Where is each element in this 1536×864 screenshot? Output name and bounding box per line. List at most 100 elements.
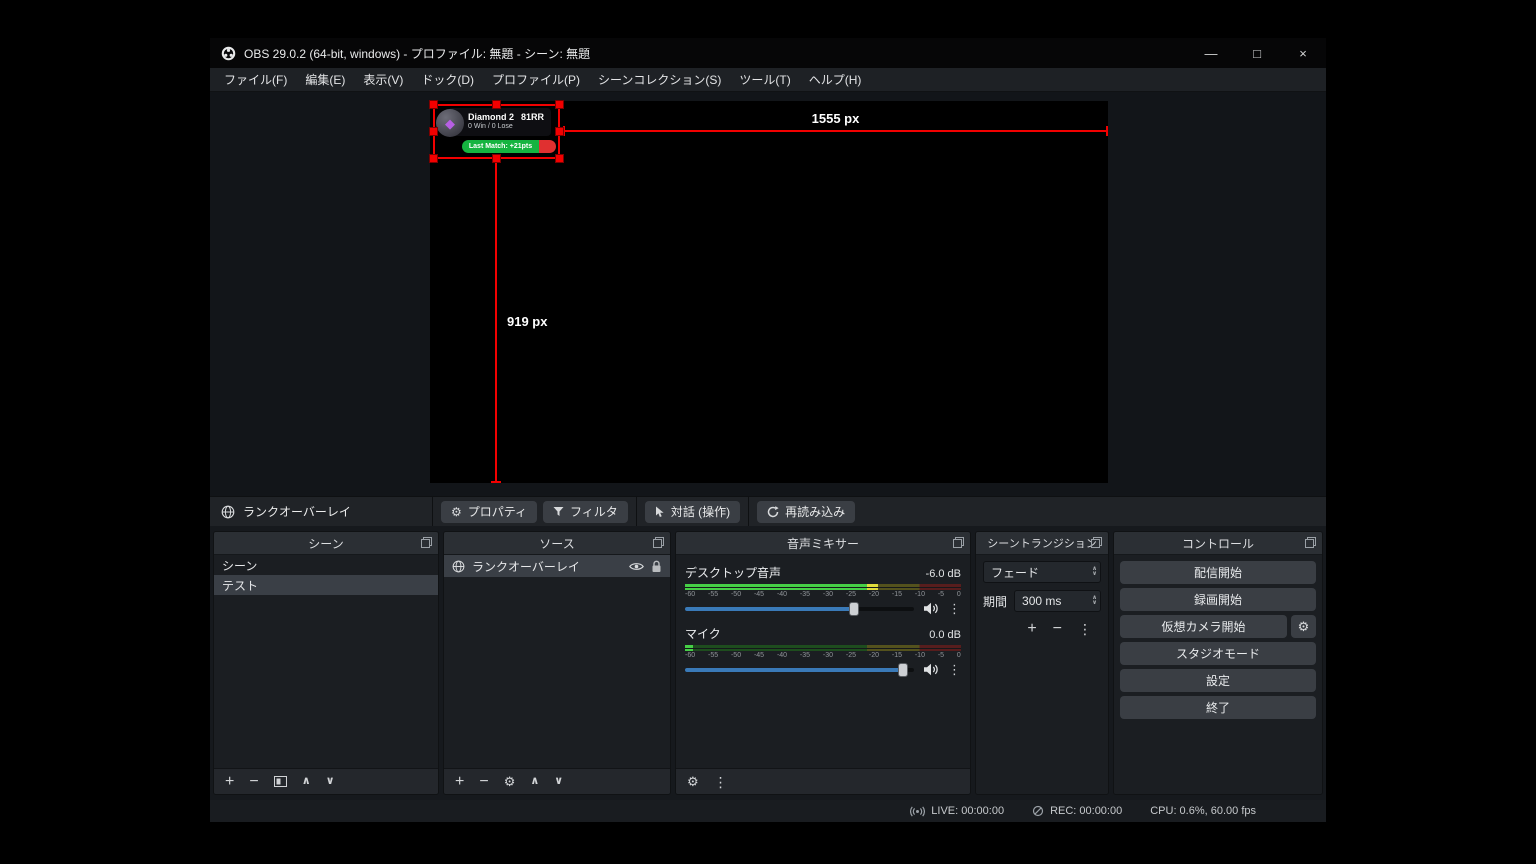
spinbox-spinner[interactable]: ∧ ∨ <box>1092 596 1097 606</box>
resize-handle-top-left[interactable] <box>430 101 437 108</box>
move-source-down-button[interactable]: ∨ <box>554 776 563 787</box>
resize-handle-bottom-middle[interactable] <box>493 155 500 162</box>
transition-properties-button[interactable]: ⋮ <box>1078 622 1092 636</box>
settings-button[interactable]: 設定 <box>1120 669 1316 692</box>
move-scene-down-button[interactable]: ∨ <box>326 776 335 787</box>
remove-source-button[interactable]: − <box>479 774 488 790</box>
browser-source-icon <box>221 505 235 519</box>
studio-mode-button[interactable]: スタジオモード <box>1120 642 1316 665</box>
chevron-down-icon: ∨ <box>1092 601 1097 606</box>
resize-handle-middle-left[interactable] <box>430 128 437 135</box>
combo-spinner[interactable]: ∧ ∨ <box>1092 567 1097 577</box>
resize-handle-middle-right[interactable] <box>556 128 563 135</box>
scenes-dock-header[interactable]: シーン <box>214 532 438 555</box>
close-button[interactable]: × <box>1280 38 1326 68</box>
gear-icon: ⚙ <box>451 506 462 518</box>
cpu-fps-status: CPU: 0.6%, 60.00 fps <box>1150 805 1256 817</box>
mixer-dock-header[interactable]: 音声ミキサー <box>676 532 970 555</box>
sources-dock-header[interactable]: ソース <box>444 532 670 555</box>
visibility-eye-icon[interactable] <box>629 562 644 571</box>
sources-toolbar: + − ⚙ ∧ ∨ <box>444 768 670 794</box>
interact-button[interactable]: 対話 (操作) <box>645 501 740 523</box>
channel-volume-db: -6.0 dB <box>926 568 961 580</box>
scenes-toolbar: + − ∧ ∨ <box>214 768 438 794</box>
rank-points: 81RR <box>521 112 544 122</box>
menu-item-docks[interactable]: ドック(D) <box>412 68 483 92</box>
source-properties-gear-icon[interactable]: ⚙ <box>504 775 516 788</box>
live-status: LIVE: 00:00:00 <box>910 805 1004 817</box>
minimize-button[interactable]: — <box>1188 38 1234 68</box>
source-list-item-selected[interactable]: ランクオーバーレイ <box>444 555 670 577</box>
filters-button[interactable]: フィルタ <box>543 501 628 523</box>
speaker-icon[interactable] <box>923 663 939 676</box>
exit-button[interactable]: 終了 <box>1120 696 1316 719</box>
titlebar[interactable]: OBS 29.0.2 (64-bit, windows) - プロファイル: 無… <box>210 38 1326 68</box>
start-virtual-camera-button[interactable]: 仮想カメラ開始 <box>1120 615 1287 638</box>
preview-area[interactable]: Diamond 2 81RR 0 Win / 0 Lose ◆ Last Mat… <box>210 92 1326 496</box>
controls-dock-header[interactable]: コントロール <box>1114 532 1322 555</box>
controls-dock: コントロール 配信開始 録画開始 仮想カメラ開始 ⚙ <box>1113 531 1323 795</box>
resize-handle-top-middle[interactable] <box>493 101 500 108</box>
transitions-dock-header[interactable]: シーントランジション <box>976 532 1108 555</box>
selected-source-bounding-box[interactable]: Diamond 2 81RR 0 Win / 0 Lose ◆ Last Mat… <box>433 104 560 159</box>
advanced-audio-gear-icon[interactable]: ⚙ <box>687 775 699 788</box>
rec-time: REC: 00:00:00 <box>1050 805 1122 817</box>
remove-scene-button[interactable]: − <box>249 774 258 790</box>
record-disabled-icon <box>1032 805 1044 817</box>
menu-item-edit[interactable]: 編集(E) <box>296 68 354 92</box>
scenes-dock-title: シーン <box>308 535 343 552</box>
add-scene-button[interactable]: + <box>225 774 234 790</box>
dock-popout-icon[interactable] <box>1091 537 1102 548</box>
dock-popout-icon[interactable] <box>1305 537 1316 548</box>
transition-select[interactable]: フェード ∧ ∨ <box>983 561 1101 583</box>
speaker-icon[interactable] <box>923 602 939 615</box>
channel-menu-button[interactable]: ⋮ <box>948 663 961 676</box>
menubar: ファイル(F) 編集(E) 表示(V) ドック(D) プロファイル(P) シーン… <box>210 68 1326 92</box>
menu-item-file[interactable]: ファイル(F) <box>215 68 296 92</box>
virtual-camera-settings-button[interactable]: ⚙ <box>1291 615 1316 638</box>
duration-spinbox[interactable]: 300 ms ∧ ∨ <box>1014 590 1101 612</box>
resize-handle-bottom-right[interactable] <box>556 155 563 162</box>
remove-transition-button[interactable]: − <box>1053 621 1062 637</box>
volume-slider[interactable] <box>685 668 914 672</box>
move-source-up-button[interactable]: ∧ <box>530 776 539 787</box>
volume-slider[interactable] <box>685 607 914 611</box>
resize-handle-bottom-left[interactable] <box>430 155 437 162</box>
menu-item-scene-collection[interactable]: シーンコレクション(S) <box>589 68 730 92</box>
menu-item-view[interactable]: 表示(V) <box>354 68 412 92</box>
interact-pointer-icon <box>655 506 665 518</box>
maximize-button[interactable]: □ <box>1234 38 1280 68</box>
volume-slider-handle[interactable] <box>849 602 859 616</box>
scene-list-item[interactable]: シーン <box>214 555 438 575</box>
rank-name: Diamond 2 <box>468 112 514 122</box>
dock-popout-icon[interactable] <box>421 537 432 548</box>
volume-meter <box>685 584 961 590</box>
menu-item-help[interactable]: ヘルプ(H) <box>800 68 871 92</box>
menu-item-profile[interactable]: プロファイル(P) <box>483 68 589 92</box>
add-source-button[interactable]: + <box>455 774 464 790</box>
channel-name: マイク <box>685 625 721 642</box>
audio-mixer-dock: 音声ミキサー デスクトップ音声 -6.0 dB <box>675 531 971 795</box>
window-controls: — □ × <box>1188 38 1326 68</box>
scene-list-item-selected[interactable]: テスト <box>214 575 438 595</box>
start-recording-button[interactable]: 録画開始 <box>1120 588 1316 611</box>
properties-button[interactable]: ⚙ プロパティ <box>441 501 537 523</box>
transitions-dock: シーントランジション フェード ∧ ∨ <box>975 531 1109 795</box>
toolbar-divider <box>748 497 749 526</box>
dock-popout-icon[interactable] <box>953 537 964 548</box>
program-canvas[interactable]: Diamond 2 81RR 0 Win / 0 Lose ◆ Last Mat… <box>430 101 1108 483</box>
lock-icon[interactable] <box>651 560 662 573</box>
menu-item-tools[interactable]: ツール(T) <box>730 68 799 92</box>
resize-handle-top-right[interactable] <box>556 101 563 108</box>
chevron-down-icon: ∨ <box>1092 572 1097 577</box>
volume-slider-handle[interactable] <box>898 663 908 677</box>
start-streaming-button[interactable]: 配信開始 <box>1120 561 1316 584</box>
toolbar-divider <box>432 497 433 526</box>
refresh-button[interactable]: 再読み込み <box>757 501 855 523</box>
add-transition-button[interactable]: + <box>1027 621 1036 637</box>
move-scene-up-button[interactable]: ∧ <box>302 776 311 787</box>
channel-menu-button[interactable]: ⋮ <box>948 602 961 615</box>
scene-grid-mode-button[interactable] <box>274 776 287 787</box>
mixer-menu-button[interactable]: ⋮ <box>714 775 728 789</box>
dock-popout-icon[interactable] <box>653 537 664 548</box>
